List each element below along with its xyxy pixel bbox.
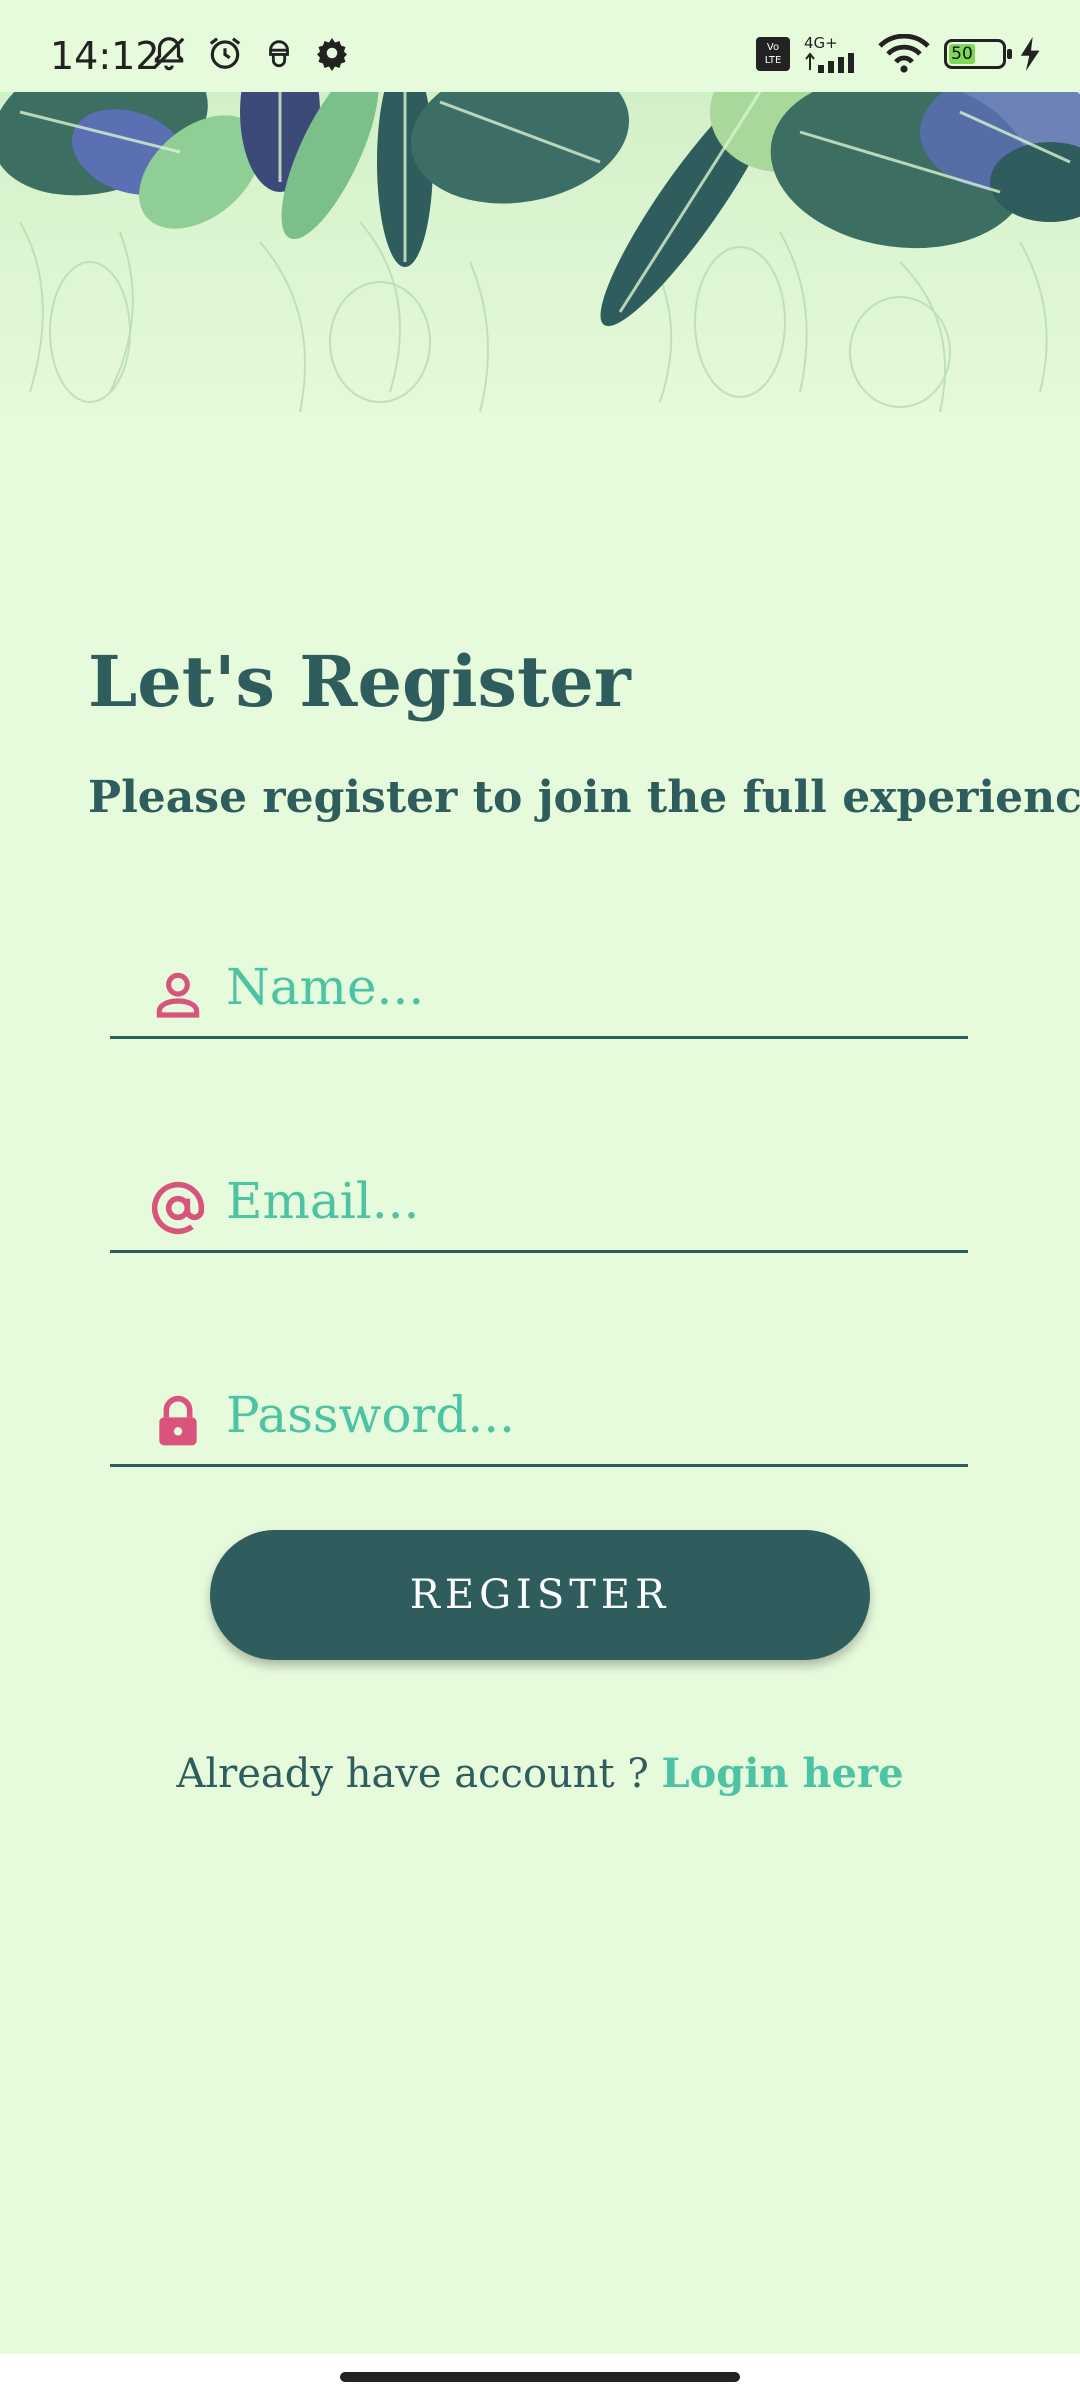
network-type: 4G+ — [804, 33, 838, 52]
email-input[interactable] — [226, 1166, 946, 1236]
login-here-link[interactable]: Login here — [662, 1750, 904, 1797]
battery-indicator: 50 — [944, 39, 1012, 69]
email-field — [110, 1140, 968, 1253]
status-bar: 14:12 Vo LTE 4G+ 50 — [0, 0, 1080, 92]
name-input[interactable] — [226, 952, 946, 1022]
lock-icon — [159, 1395, 197, 1446]
login-prompt-text: Already have account ? — [176, 1751, 662, 1797]
cellular-signal: 4G+ — [804, 33, 864, 73]
charging-bolt-icon — [1020, 37, 1040, 71]
page-title: Let's Register — [88, 640, 631, 723]
password-input[interactable] — [226, 1380, 946, 1450]
alarm-icon — [209, 37, 241, 69]
person-icon — [156, 972, 200, 1018]
wifi-icon — [878, 34, 930, 73]
battery-level: 50 — [949, 44, 975, 64]
settings-gear-icon — [317, 38, 347, 71]
privacy-icon — [269, 40, 289, 68]
status-left-icons — [150, 34, 350, 72]
password-field — [110, 1354, 968, 1467]
volte-top-text: Vo — [766, 42, 780, 53]
leaf-header-illustration — [0, 92, 1080, 422]
status-right-icons: Vo LTE 4G+ 50 — [756, 34, 1042, 74]
bell-off-icon — [153, 37, 185, 71]
login-prompt: Already have account ? Login here — [0, 1750, 1080, 1797]
volte-badge: Vo LTE — [756, 37, 790, 71]
page-subtitle: Please register to join the full experie… — [88, 772, 1080, 823]
at-sign-icon — [151, 1181, 205, 1235]
home-indicator[interactable] — [340, 2372, 740, 2382]
signal-bars-icon — [805, 51, 854, 73]
name-field — [110, 926, 968, 1039]
volte-bottom-text: LTE — [764, 55, 782, 66]
register-button[interactable]: REGISTER — [210, 1530, 870, 1660]
status-time: 14:12 — [50, 34, 160, 78]
